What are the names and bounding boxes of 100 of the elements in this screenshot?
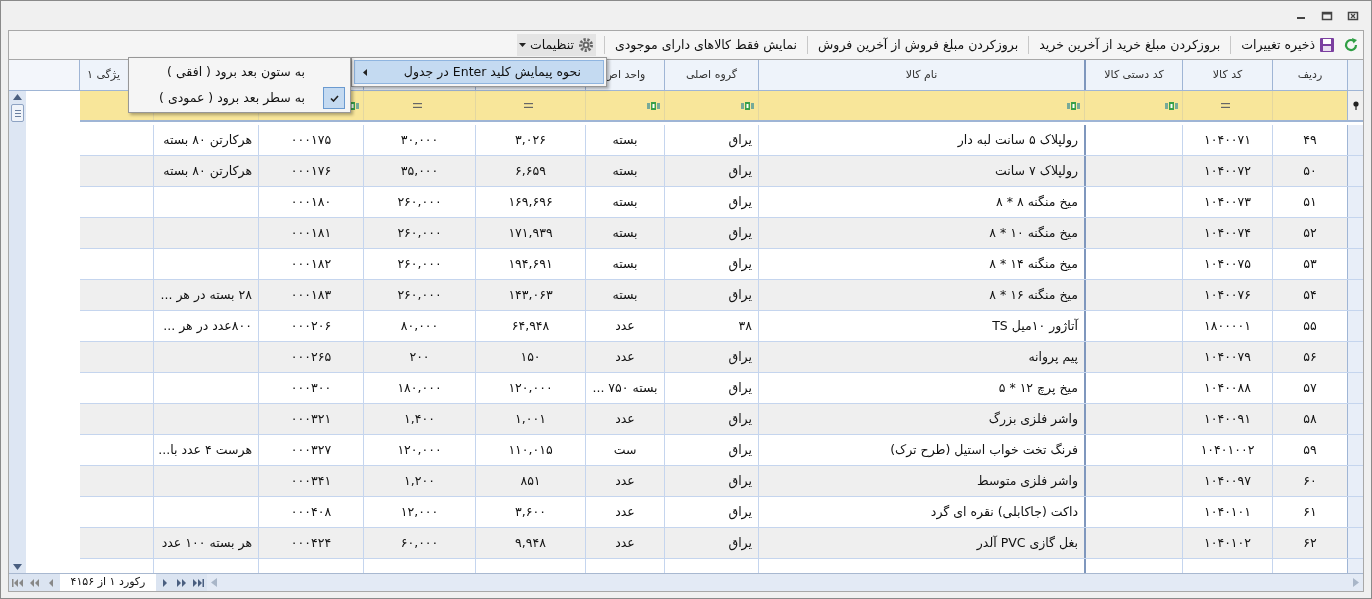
column-header[interactable]: نام کالا [758, 60, 1084, 90]
table-cell: بسته [585, 125, 664, 155]
table-cell: ۰۰۰۳۴۱ [258, 466, 363, 496]
table-cell: ۲۶۰,۰۰۰ [363, 218, 475, 248]
table-cell: ۲۶۰,۰۰۰ [363, 249, 475, 279]
table-cell: ۶۰,۰۰۰ [363, 528, 475, 558]
table-cell: یراق [664, 342, 758, 372]
table-cell: ۶۲ [1272, 528, 1347, 558]
table-cell: ۳۵,۰۰۰ [363, 156, 475, 186]
table-cell: ۰۰۰۲۰۶ [258, 311, 363, 341]
table-cell: ۱۱۰,۰۱۵ [475, 435, 585, 465]
table-cell: ۱۰۴۰۱۰۲ [1182, 528, 1272, 558]
table-cell: ۰۰۰۱۸۳ [258, 280, 363, 310]
table-cell: عدد [585, 311, 664, 341]
table-cell: عدد [585, 342, 664, 372]
table-cell: ۱۲,۰۰۰ [363, 497, 475, 527]
table-cell: ۵۰ [1272, 156, 1347, 186]
table-cell: یراق [664, 218, 758, 248]
table-cell: داکت (جاکابلی) نقره ای گرد [758, 497, 1084, 527]
table-cell: بسته [585, 280, 664, 310]
toolbar-button[interactable]: نمایش فقط کالاهای دارای موجودی [613, 34, 800, 56]
table-cell: ۵۷ [1272, 373, 1347, 403]
table-cell: ۵۲ [1272, 218, 1347, 248]
table-cell: بسته ۷۵۰ ... [585, 373, 664, 403]
table-cell: ۱۰۴۰۰۷۴ [1182, 218, 1272, 248]
table-cell: ۰۰۰۳۰۰ [258, 373, 363, 403]
table-cell: یراق [664, 249, 758, 279]
table-cell: ۸۰۰عدد در هر ... [153, 311, 258, 341]
table-cell: ۱۰۴۰۰۷۶ [1182, 280, 1272, 310]
table-cell: بسته [585, 249, 664, 279]
table-cell: عدد [585, 466, 664, 496]
table-cell: ۶۰ [1272, 466, 1347, 496]
table-cell: واشر فلزی متوسط [758, 466, 1084, 496]
table-cell: عدد [585, 497, 664, 527]
settings-button[interactable]: تنظیمات [516, 34, 596, 56]
table-cell: ۰۰۰۴۲۴ [258, 528, 363, 558]
table-cell: ۶۴,۹۴۸ [475, 311, 585, 341]
table-cell: میخ منگنه ۱۴ * ۸ [758, 249, 1084, 279]
table-cell: ۵۳ [1272, 249, 1347, 279]
table-cell: بسته [585, 156, 664, 186]
table-cell: ۱,۰۰۱ [475, 404, 585, 434]
table-cell: واشر فلزی بزرگ [758, 404, 1084, 434]
table-cell: ۵۸ [1272, 404, 1347, 434]
table-cell: ۲۶۰,۰۰۰ [363, 187, 475, 217]
record-counter: رکورد ۱ از ۴۱۵۶ [60, 574, 156, 591]
table-cell: بغل گازی PVC آلدر [758, 528, 1084, 558]
table-cell: ۱۶۹,۶۹۶ [475, 187, 585, 217]
table-cell: ۶,۶۵۹ [475, 156, 585, 186]
table-cell: میخ پرچ ۱۲ * ۵ [758, 373, 1084, 403]
table-cell: ۰۰۰۲۶۵ [258, 342, 363, 372]
table-cell: ۱,۲۰۰ [363, 466, 475, 496]
table-cell: ۵۴ [1272, 280, 1347, 310]
table-cell: میخ منگنه ۱۶ * ۸ [758, 280, 1084, 310]
table-cell: ۱۰۴۰۱۰۱ [1182, 497, 1272, 527]
table-cell: ۳,۰۲۶ [475, 125, 585, 155]
table-cell: پیم پروانه [758, 342, 1084, 372]
table-cell: یراق [664, 466, 758, 496]
table-cell: ۱۰۴۰۰۹۱ [1182, 404, 1272, 434]
table-cell: ۱۰۴۰۰۷۳ [1182, 187, 1272, 217]
menu-item[interactable]: نحوه پیمایش کلید Enter در جدول [354, 60, 604, 84]
table-cell: یراق [664, 156, 758, 186]
table-cell: یراق [664, 125, 758, 155]
table-cell: ۰۰۰۱۷۵ [258, 125, 363, 155]
toolbar-button[interactable]: بروزکردن مبلغ خرید از آخرین خرید [1037, 34, 1223, 56]
table-cell: ۳۸ [664, 311, 758, 341]
table-cell: ۱۰۴۰۰۷۲ [1182, 156, 1272, 186]
table-cell: ۵۱ [1272, 187, 1347, 217]
table-cell: رولپلاک ۵ سانت لبه دار [758, 125, 1084, 155]
table-cell: ۴۹ [1272, 125, 1347, 155]
table-cell: ۸۵۱ [475, 466, 585, 496]
table-cell: یراق [664, 404, 758, 434]
table-cell: ۵۵ [1272, 311, 1347, 341]
table-cell: ۱۸۰,۰۰۰ [363, 373, 475, 403]
table-cell: فرنگ تخت خواب استیل (طرح ترک) [758, 435, 1084, 465]
table-cell: رولپلاک ۷ سانت [758, 156, 1084, 186]
table-cell: ۳,۶۰۰ [475, 497, 585, 527]
column-header[interactable]: کد کالا [1182, 60, 1272, 90]
table-cell: ۰۰۰۱۷۶ [258, 156, 363, 186]
table-cell: میخ منگنه ۱۰ * ۸ [758, 218, 1084, 248]
save-button[interactable]: ذخیره تغییرات [1239, 34, 1337, 56]
column-header[interactable]: گروه اصلی [664, 60, 758, 90]
table-cell: ۵۹ [1272, 435, 1347, 465]
table-cell: هرست ۴ عدد با... [153, 435, 258, 465]
table-cell: ۱۸۰۰۰۰۱ [1182, 311, 1272, 341]
table-cell: ۱۲۰,۰۰۰ [363, 435, 475, 465]
table-cell: ۰۰۰۱۸۰ [258, 187, 363, 217]
column-header[interactable]: کد دستی کالا [1084, 60, 1182, 90]
table-cell: ۱,۴۰۰ [363, 404, 475, 434]
table-cell: ۳۰,۰۰۰ [363, 125, 475, 155]
table-cell: ۸۰,۰۰۰ [363, 311, 475, 341]
column-header[interactable]: ردیف [1272, 60, 1347, 90]
table-cell: یراق [664, 373, 758, 403]
table-cell: ۰۰۰۱۸۱ [258, 218, 363, 248]
table-cell: ۱۰۴۰۰۷۱ [1182, 125, 1272, 155]
table-cell: ۲۶۰,۰۰۰ [363, 280, 475, 310]
table-cell: ۱۹۴,۶۹۱ [475, 249, 585, 279]
table-cell: هرکارتن ۸۰ بسته [153, 125, 258, 155]
table-cell: ۱۰۴۰۱۰۰۲ [1182, 435, 1272, 465]
table-cell: بسته [585, 218, 664, 248]
toolbar-button[interactable]: بروزکردن مبلغ فروش از آخرین فروش [816, 34, 1021, 56]
